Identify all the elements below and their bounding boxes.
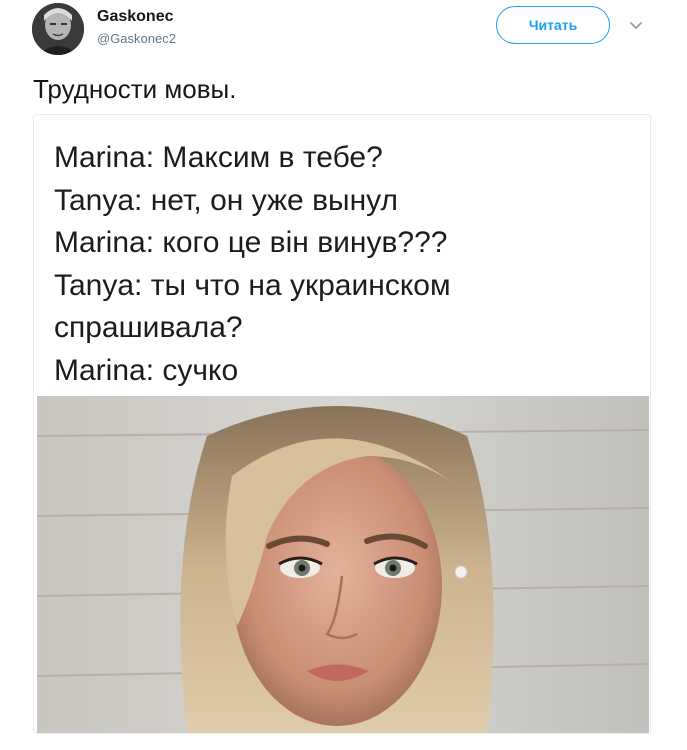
tweet-text: Трудности мовы. — [33, 74, 237, 104]
meme-line: спрашивала? — [54, 311, 243, 344]
meme-line: Tanya: ты что на украинском — [54, 268, 451, 302]
meme-text: Marina: Максим в тебе? Tanya: нет, он уж… — [54, 137, 634, 392]
chevron-down-icon — [630, 22, 642, 29]
follow-button[interactable]: Читать — [496, 6, 610, 44]
author-avatar[interactable] — [32, 3, 84, 55]
tweet-menu-button[interactable] — [628, 18, 644, 34]
author-handle[interactable]: @Gaskonec2 — [97, 31, 176, 46]
author-name[interactable]: Gaskonec — [97, 8, 173, 26]
portrait-photo-illustration — [37, 396, 649, 733]
avatar-portrait-icon — [32, 3, 84, 55]
tweet: Gaskonec @Gaskonec2 Читать Трудности мов… — [0, 0, 687, 750]
meme-photo — [37, 396, 649, 733]
meme-line: Marina: кого це він винув??? — [54, 226, 448, 259]
tweet-media[interactable]: Marina: Максим в тебе? Tanya: нет, он уж… — [33, 114, 651, 734]
meme-line: Marina: сучко — [54, 353, 239, 387]
meme-line: Marina: Максим в тебе? — [54, 141, 383, 174]
meme-line: Tanya: нет, он уже вынул — [54, 183, 398, 217]
